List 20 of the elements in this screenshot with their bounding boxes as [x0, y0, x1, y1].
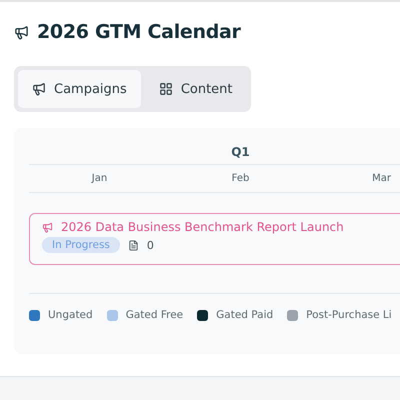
campaign-card[interactable]: 2026 Data Business Benchmark Report Launch In Progress 0	[29, 213, 400, 265]
legend-label: Gated Free	[126, 309, 184, 321]
megaphone-icon	[14, 24, 29, 40]
page-title: 2026 GTM Calendar	[37, 21, 241, 43]
status-badge: In Progress	[42, 237, 120, 253]
megaphone-icon	[32, 82, 46, 96]
campaign-title: 2026 Data Business Benchmark Report Launch	[61, 220, 344, 234]
legend-label: Gated Paid	[216, 309, 274, 321]
document-icon	[128, 240, 139, 250]
content-count: 0	[146, 238, 154, 252]
tab[interactable]: Campaigns	[18, 70, 141, 108]
month-header: Mar	[371, 173, 392, 184]
quarter-header: Q1	[29, 142, 400, 165]
month-header: Jan	[90, 173, 108, 184]
legend-label: Post-Purchase Li	[306, 309, 392, 321]
legend-label: Ungated	[48, 309, 93, 321]
megaphone-icon	[42, 222, 53, 232]
month-header: Feb	[230, 173, 250, 184]
tab[interactable]: Content	[144, 70, 247, 108]
grid-icon	[158, 82, 173, 96]
